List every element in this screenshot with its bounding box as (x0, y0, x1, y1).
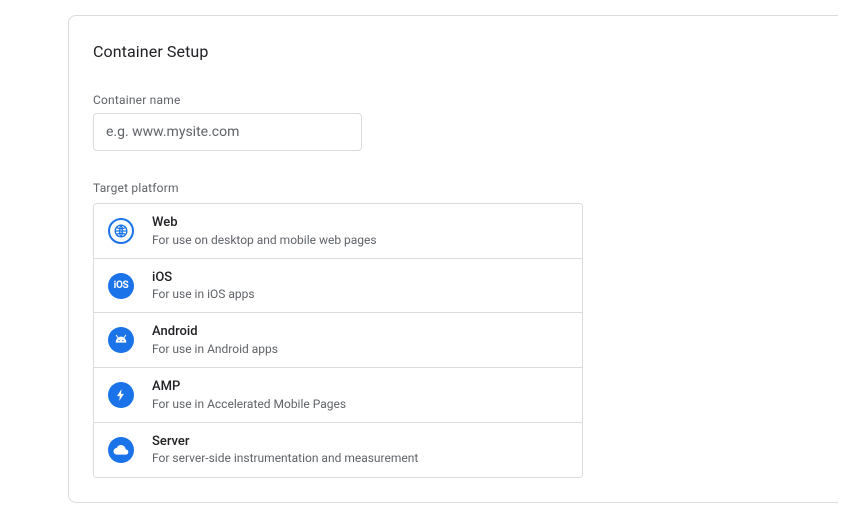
ios-icon: iOS (108, 273, 134, 299)
platform-list: Web For use on desktop and mobile web pa… (93, 203, 583, 478)
platform-option-ios[interactable]: iOS iOS For use in iOS apps (94, 259, 582, 314)
platform-name: Web (152, 214, 377, 232)
platform-name: Android (152, 323, 278, 341)
container-name-label: Container name (69, 93, 838, 107)
platform-name: AMP (152, 378, 346, 396)
container-name-input[interactable] (93, 113, 362, 151)
amp-icon (108, 382, 134, 408)
platform-desc: For use in iOS apps (152, 286, 255, 302)
platform-option-amp[interactable]: AMP For use in Accelerated Mobile Pages (94, 368, 582, 423)
platform-desc: For use on desktop and mobile web pages (152, 232, 377, 248)
platform-option-web[interactable]: Web For use on desktop and mobile web pa… (94, 204, 582, 259)
platform-option-android[interactable]: Android For use in Android apps (94, 313, 582, 368)
android-icon (108, 327, 134, 353)
platform-option-server[interactable]: Server For server-side instrumentation a… (94, 423, 582, 477)
platform-desc: For use in Android apps (152, 341, 278, 357)
platform-name: iOS (152, 269, 255, 287)
page-title: Container Setup (69, 42, 838, 61)
platform-desc: For server-side instrumentation and meas… (152, 450, 418, 466)
server-icon (108, 437, 134, 463)
container-setup-panel: Container Setup Container name Target pl… (68, 15, 838, 503)
web-icon (108, 218, 134, 244)
platform-desc: For use in Accelerated Mobile Pages (152, 396, 346, 412)
target-platform-label: Target platform (69, 181, 838, 195)
platform-name: Server (152, 433, 418, 451)
